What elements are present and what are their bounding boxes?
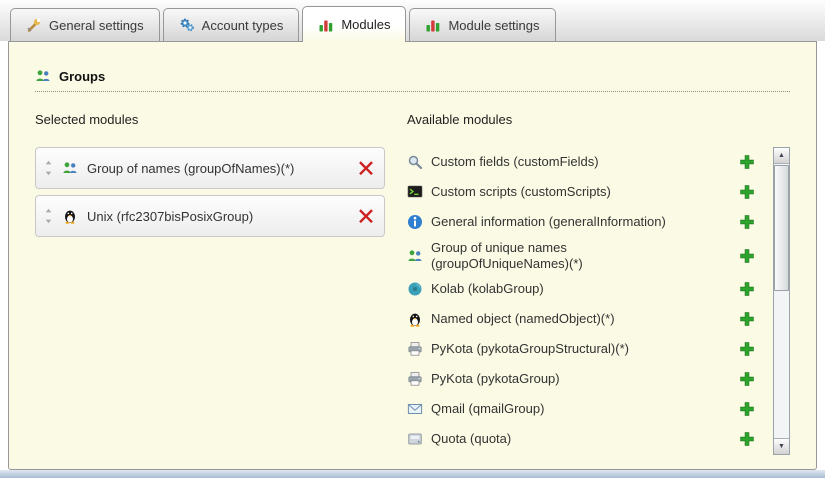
add-module-icon[interactable] <box>739 154 755 170</box>
lam-configuration-window: Groups Selected modules Group of names (… <box>0 0 825 478</box>
available-module-label: Custom fields (customFields) <box>431 151 599 173</box>
selected-module-row[interactable]: Unix (rfc2307bisPosixGroup) <box>35 195 385 237</box>
bottom-gradient-bar <box>0 470 825 478</box>
page-title: Groups <box>59 69 105 84</box>
scrollbar-track[interactable] <box>774 164 789 438</box>
tab-label: Modules <box>341 17 390 32</box>
tux-penguin-icon <box>407 311 423 327</box>
scroll-down-button[interactable]: ▼ <box>774 438 789 454</box>
gears-icon <box>179 17 195 33</box>
kolab-icon <box>407 281 423 297</box>
module-settings-icon <box>425 17 441 33</box>
drag-handle-icon[interactable] <box>44 160 53 176</box>
available-module-row: Quota (quota) <box>407 424 765 454</box>
add-module-icon[interactable] <box>739 248 755 264</box>
add-module-icon[interactable] <box>739 371 755 387</box>
scroll-up-button[interactable]: ▲ <box>774 148 789 164</box>
add-module-icon[interactable] <box>739 431 755 447</box>
available-modules-heading: Available modules <box>407 112 790 127</box>
tab-modules[interactable]: Modules <box>302 6 406 42</box>
selected-module-row[interactable]: Group of names (groupOfNames)(*) <box>35 147 385 189</box>
selected-module-label: Unix (rfc2307bisPosixGroup) <box>87 209 349 224</box>
available-module-row: Group of unique names (groupOfUniqueName… <box>407 237 765 274</box>
terminal-icon <box>407 184 423 200</box>
available-module-row: PyKota (pykotaGroupStructural)(*) <box>407 334 765 364</box>
add-module-icon[interactable] <box>739 184 755 200</box>
available-module-label: General information (generalInformation) <box>431 211 666 233</box>
tab-label: General settings <box>49 18 144 33</box>
available-module-row: General information (generalInformation) <box>407 207 765 237</box>
available-modules-body: Custom fields (customFields) Custom scri… <box>407 147 790 455</box>
available-module-label: Kolab (kolabGroup) <box>431 278 544 300</box>
tab-general-settings[interactable]: General settings <box>10 8 160 41</box>
available-module-row: Kolab (kolabGroup) <box>407 274 765 304</box>
add-module-icon[interactable] <box>739 214 755 230</box>
scroll-down-arrow-icon: ▼ <box>778 443 785 450</box>
section-header-groups: Groups <box>35 68 790 92</box>
tab-label: Account types <box>202 18 284 33</box>
available-module-label: PyKota (pykotaGroup) <box>431 368 560 390</box>
tools-icon <box>26 17 42 33</box>
available-module-label: Custom scripts (customScripts) <box>431 181 611 203</box>
content-panel: Groups Selected modules Group of names (… <box>8 41 817 470</box>
group-icon <box>35 68 51 84</box>
mail-icon <box>407 401 423 417</box>
scrollbar-thumb[interactable] <box>774 165 789 291</box>
available-module-label: Quota (quota) <box>431 428 511 450</box>
add-module-icon[interactable] <box>739 311 755 327</box>
available-module-row: PyKota (pykotaGroup) <box>407 364 765 394</box>
selected-modules-heading: Selected modules <box>35 112 385 127</box>
add-module-icon[interactable] <box>739 281 755 297</box>
printer-icon <box>407 371 423 387</box>
scroll-up-arrow-icon: ▲ <box>778 152 785 159</box>
available-module-label: Qmail (qmailGroup) <box>431 398 544 420</box>
tab-account-types[interactable]: Account types <box>163 8 300 41</box>
selected-modules-column: Selected modules Group of names (groupOf… <box>35 112 385 455</box>
tux-penguin-icon <box>62 208 78 224</box>
printer-icon <box>407 341 423 357</box>
available-module-row: Custom fields (customFields) <box>407 147 765 177</box>
tab-bar: General settings Account types Modules M… <box>0 0 825 41</box>
available-module-label: Named object (namedObject)(*) <box>431 308 615 330</box>
add-module-icon[interactable] <box>739 401 755 417</box>
group-icon <box>407 248 423 264</box>
available-module-row: Named object (namedObject)(*) <box>407 304 765 334</box>
drag-handle-icon[interactable] <box>44 208 53 224</box>
selected-module-label: Group of names (groupOfNames)(*) <box>87 161 349 176</box>
available-module-label: PyKota (pykotaGroupStructural)(*) <box>431 338 629 360</box>
modules-icon <box>318 17 334 33</box>
available-module-row: Qmail (qmailGroup) <box>407 394 765 424</box>
available-module-row: Custom scripts (customScripts) <box>407 177 765 207</box>
vertical-scrollbar[interactable]: ▲ ▼ <box>773 147 790 455</box>
magnifier-icon <box>407 154 423 170</box>
available-modules-list: Custom fields (customFields) Custom scri… <box>407 147 765 454</box>
remove-module-icon[interactable] <box>358 208 374 224</box>
module-columns: Selected modules Group of names (groupOf… <box>35 112 790 455</box>
available-modules-column: Available modules Custom fields (customF… <box>407 112 790 455</box>
remove-module-icon[interactable] <box>358 160 374 176</box>
available-module-label: Group of unique names (groupOfUniqueName… <box>431 237 693 274</box>
info-icon <box>407 214 423 230</box>
tab-label: Module settings <box>448 18 539 33</box>
tab-module-settings[interactable]: Module settings <box>409 8 555 41</box>
add-module-icon[interactable] <box>739 341 755 357</box>
group-icon <box>62 160 78 176</box>
disk-icon <box>407 431 423 447</box>
